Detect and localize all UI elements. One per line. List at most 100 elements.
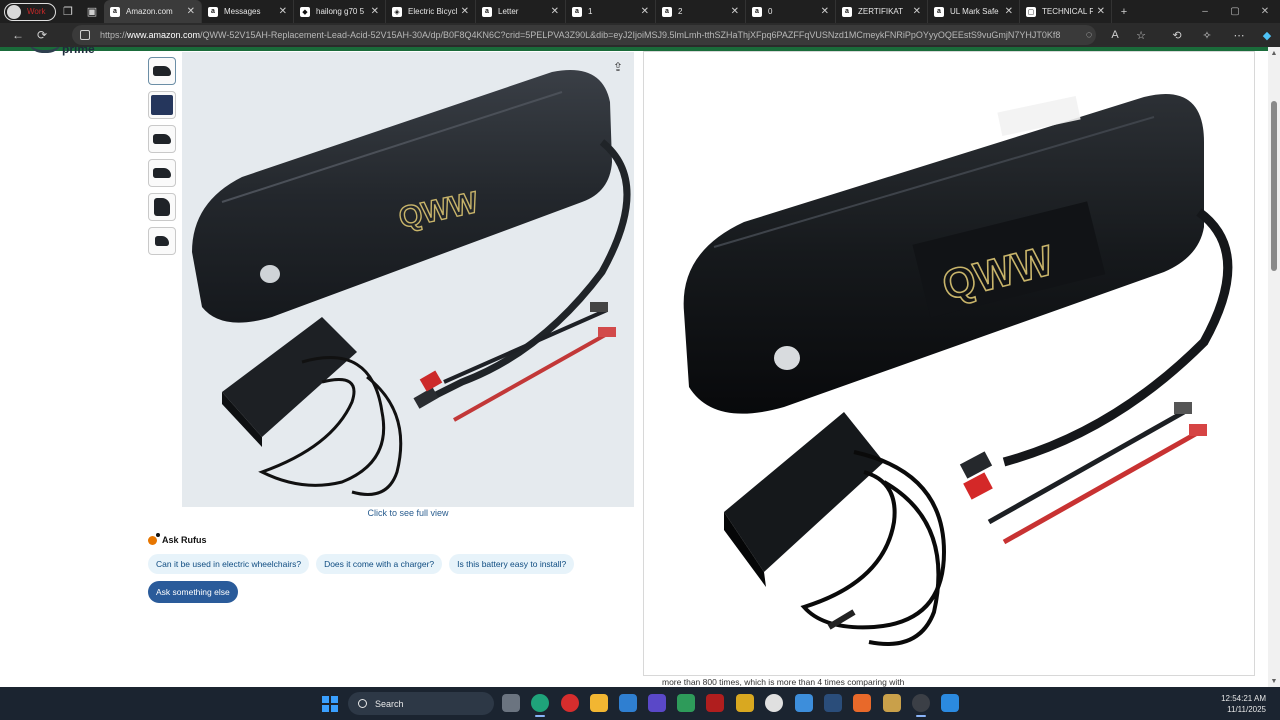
tab-close-icon[interactable]: ✕	[913, 6, 921, 17]
taskbar-search[interactable]: Search	[348, 692, 494, 715]
thumbnail-6[interactable]	[148, 227, 176, 255]
browser-tab[interactable]: a 1 ✕	[566, 0, 656, 23]
tab-close-icon[interactable]: ✕	[187, 6, 195, 17]
rufus-chip[interactable]: Is this battery easy to install?	[449, 554, 575, 574]
close-window-icon[interactable]: ✕	[1250, 0, 1280, 23]
tab-close-icon[interactable]: ✕	[821, 6, 829, 17]
url-text[interactable]: https://www.amazon.com/QWW-52V15AH-Repla…	[100, 30, 1060, 40]
scroll-up-icon[interactable]: ▲	[1268, 47, 1280, 59]
browser-tab[interactable]: ▢ TECHNICAL F ✕	[1020, 0, 1112, 23]
tab-close-icon[interactable]: ✕	[461, 6, 469, 17]
thumbnail-2[interactable]	[148, 91, 176, 119]
scroll-down-icon[interactable]: ▼	[1268, 675, 1280, 687]
tab-close-icon[interactable]: ✕	[551, 6, 559, 17]
extensions-icon[interactable]: ⋯	[1228, 23, 1250, 47]
tab-close-icon[interactable]: ✕	[1097, 6, 1105, 17]
copilot-icon[interactable]: ◆	[1256, 23, 1278, 47]
back-icon[interactable]: ←	[6, 23, 30, 47]
app-icon-11[interactable]	[824, 694, 842, 712]
tab-title: Amazon.com	[126, 7, 173, 16]
address-bar[interactable]: https://www.amazon.com/QWW-52V15AH-Repla…	[72, 25, 1096, 45]
reload-icon[interactable]: ⟳	[30, 23, 54, 47]
taskbar: Search 12:54:21 AM 11/11/2025	[0, 687, 1280, 720]
app-icon-8[interactable]	[736, 694, 754, 712]
tab-title: Letter	[498, 7, 519, 16]
task-view-icon[interactable]	[502, 694, 520, 712]
app-icon-7[interactable]	[706, 694, 724, 712]
tab-title: TECHNICAL F	[1042, 7, 1093, 16]
notepad-icon[interactable]	[795, 694, 813, 712]
profile-avatar	[7, 4, 21, 19]
favorites-icon[interactable]: ✧	[1196, 23, 1218, 47]
scrollbar-thumb[interactable]	[1271, 101, 1277, 271]
tab-close-icon[interactable]: ✕	[731, 6, 739, 17]
clock-time: 12:54:21 AM	[1221, 694, 1266, 703]
tab-favicon-icon: a	[208, 6, 218, 17]
tab-close-icon[interactable]: ✕	[371, 6, 379, 17]
tab-title: UL Mark Safe	[950, 7, 999, 16]
browser-tab[interactable]: a UL Mark Safe ✕	[928, 0, 1020, 23]
browser-tab[interactable]: a 2 ✕	[656, 0, 746, 23]
browser-tab[interactable]: a Messages ✕	[202, 0, 294, 23]
thumbnail-1[interactable]	[148, 57, 176, 85]
tab-favicon-icon: ◆	[300, 6, 310, 17]
tab-close-icon[interactable]: ✕	[1005, 6, 1013, 17]
browser-tab[interactable]: a Amazon.com ✕	[104, 0, 202, 23]
obs-icon[interactable]	[912, 694, 930, 717]
opera-icon[interactable]	[561, 694, 579, 712]
vertical-tabs-icon[interactable]: ▣	[80, 0, 104, 23]
see-full-view-link[interactable]: Click to see full view	[182, 508, 634, 518]
rufus-chip[interactable]: Can it be used in electric wheelchairs?	[148, 554, 310, 574]
product-page: prime QWW ⇪ Click to see full view Ask R…	[0, 47, 1268, 687]
site-info-icon[interactable]	[80, 30, 90, 40]
minimize-icon[interactable]: –	[1190, 0, 1220, 23]
rufus-question-chips: Can it be used in electric wheelchairs? …	[148, 554, 581, 574]
tracking-icon[interactable]: ◌	[1078, 23, 1100, 47]
refresh-sync-icon[interactable]: ⟲	[1166, 23, 1188, 47]
new-tab-button[interactable]: +	[1112, 0, 1136, 23]
workspaces-icon[interactable]: ❐	[56, 0, 80, 23]
system-clock[interactable]: 12:54:21 AM 11/11/2025	[1221, 693, 1266, 715]
read-aloud-icon[interactable]: A	[1104, 23, 1126, 47]
app-icon-15[interactable]	[941, 694, 959, 712]
browser-tab[interactable]: a ZERTIFIKAT ✕	[836, 0, 928, 23]
profile-button[interactable]: Work	[4, 2, 56, 21]
rufus-icon	[148, 532, 160, 545]
tab-favicon-icon: ▢	[1026, 6, 1036, 17]
browser-tab[interactable]: ◈ Electric Bicycl ✕	[386, 0, 476, 23]
image-zoom-pane: QWW	[643, 51, 1255, 676]
rufus-chip[interactable]: Does it come with a charger?	[316, 554, 443, 574]
browser-tab[interactable]: ◆ hailong g70 5 ✕	[294, 0, 386, 23]
maximize-icon[interactable]: ▢	[1220, 0, 1250, 23]
tab-favicon-icon: a	[482, 6, 492, 17]
app-icon-9[interactable]	[765, 694, 783, 712]
tab-close-icon[interactable]: ✕	[279, 6, 287, 17]
app-icon-6[interactable]	[677, 694, 695, 712]
search-icon	[358, 699, 367, 708]
tab-close-icon[interactable]: ✕	[641, 6, 649, 17]
zoomed-battery-photo: QWW	[683, 94, 1233, 646]
browser-tab[interactable]: a 0 ✕	[746, 0, 836, 23]
prime-logo[interactable]: prime	[28, 47, 100, 61]
photos-icon[interactable]	[619, 694, 637, 712]
file-explorer-icon[interactable]	[590, 694, 608, 712]
main-product-image[interactable]: QWW	[182, 52, 634, 507]
tab-favicon-icon: ◈	[392, 6, 402, 17]
edge-browser-icon[interactable]	[531, 694, 549, 717]
share-icon[interactable]: ⇪	[610, 59, 626, 75]
start-button[interactable]	[322, 696, 338, 712]
rufus-heading: Ask Rufus	[148, 532, 207, 545]
thumbnail-4[interactable]	[148, 159, 176, 187]
app-icon-12[interactable]	[853, 694, 871, 712]
favorite-star-icon[interactable]: ☆	[1130, 23, 1152, 47]
thumbnail-3[interactable]	[148, 125, 176, 153]
tab-title: 0	[768, 7, 773, 16]
page-scrollbar[interactable]: ▲ ▼	[1268, 47, 1280, 687]
thumbnail-5[interactable]	[148, 193, 176, 221]
app-icon-13[interactable]	[883, 694, 901, 712]
browser-tab[interactable]: a Letter ✕	[476, 0, 566, 23]
tab-favicon-icon: a	[662, 6, 672, 17]
tab-title: ZERTIFIKAT	[858, 7, 904, 16]
teams-icon[interactable]	[648, 694, 666, 712]
ask-something-else-button[interactable]: Ask something else	[148, 581, 238, 603]
